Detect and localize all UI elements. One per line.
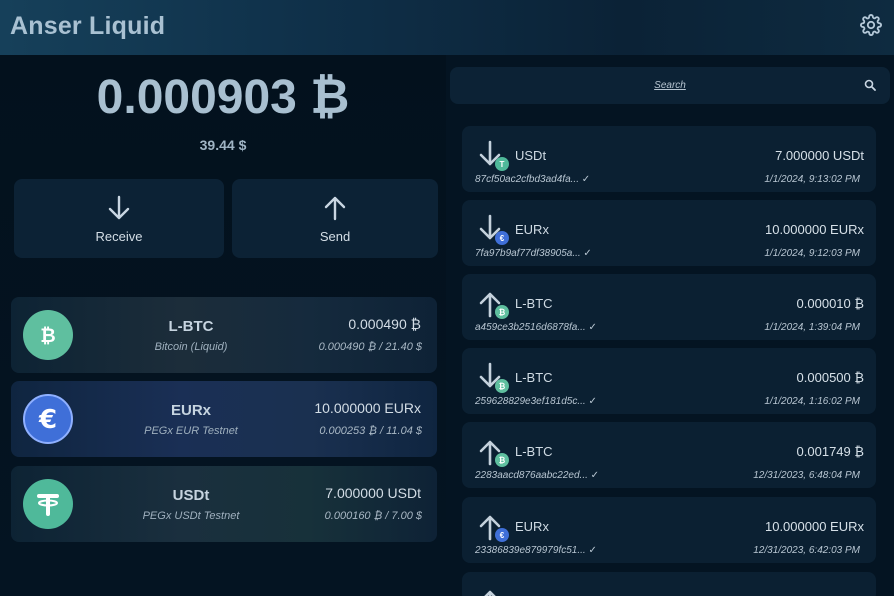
asset-amount: 0.000490 ₿ — [348, 316, 421, 332]
transaction-id: a459ce3b2516d6878fa... ✓ — [475, 322, 597, 333]
asset-name: L-BTC — [168, 318, 214, 335]
arrow-down-icon — [108, 195, 130, 220]
asset-value: 0.000490 ₿ / 21.40 $ — [318, 341, 422, 353]
transaction-amount: 0.000500 ₿ — [796, 370, 864, 385]
asset-subtitle: PEGx USDt Testnet — [142, 510, 240, 522]
asset-amount: 10.000000 EURx — [314, 400, 421, 416]
asset-badge-icon: T — [495, 157, 509, 171]
asset-badge-icon: ₿ — [495, 379, 509, 393]
transaction-asset: L-BTC — [515, 370, 553, 385]
transaction-amount: 0.001749 ₿ — [796, 444, 864, 459]
asset-value: 0.000253 ₿ / 11.04 $ — [319, 425, 422, 437]
asset-badge-icon: € — [495, 528, 509, 542]
search-bar — [450, 67, 890, 104]
asset-badge-icon: ₿ — [495, 453, 509, 467]
transaction-card[interactable]: ₿ L-BTC 0.000500 ₿ 259628829e3ef181d5c... ✓… — [462, 348, 876, 414]
search-icon[interactable] — [864, 79, 876, 91]
transaction-card[interactable]: € EURx 10.000000 EURx 23386839e879979fc51..… — [462, 497, 876, 563]
asset-badge-icon: € — [495, 231, 509, 245]
bitcoin-icon: ₿ — [23, 310, 73, 360]
asset-name: EURx — [170, 402, 211, 419]
transaction-asset: L-BTC — [515, 444, 553, 459]
asset-card-eurx[interactable]: € EURx PEGx EUR Testnet 10.000000 EURx 0… — [11, 381, 437, 457]
transaction-card[interactable] — [462, 572, 876, 596]
transaction-card[interactable]: ₿ L-BTC 0.001749 ₿ 2283aacd876aabc22ed... ✓… — [462, 422, 876, 488]
transaction-id: 7fa97b9af77df38905a... ✓ — [475, 248, 592, 259]
arrow-up-icon — [324, 196, 346, 221]
transaction-date: 1/1/2024, 1:16:02 PM — [764, 396, 860, 407]
transaction-amount: 10.000000 EURx — [764, 222, 864, 237]
svg-text:₿: ₿ — [40, 325, 55, 347]
transaction-asset: EURx — [515, 222, 549, 237]
transaction-amount: 7.000000 USDt — [775, 148, 864, 163]
transaction-card[interactable]: ₿ L-BTC 0.000010 ₿ a459ce3b2516d6878fa... ✓… — [462, 274, 876, 340]
asset-card-usdt[interactable]: USDt PEGx USDt Testnet 7.000000 USDt 0.0… — [11, 466, 437, 542]
settings-gear-icon[interactable] — [860, 14, 882, 36]
asset-name: USDt — [172, 487, 210, 504]
transaction-amount: 0.000010 ₿ — [796, 296, 864, 311]
transaction-card[interactable]: € EURx 10.000000 EURx 7fa97b9af77df38905a..… — [462, 200, 876, 266]
asset-card-lbtc[interactable]: ₿ L-BTC Bitcoin (Liquid) 0.000490 ₿ 0.00… — [11, 297, 437, 373]
asset-subtitle: PEGx EUR Testnet — [144, 425, 238, 437]
transaction-asset: L-BTC — [515, 296, 553, 311]
asset-amount: 7.000000 USDt — [325, 485, 421, 501]
asset-subtitle: Bitcoin (Liquid) — [154, 341, 228, 353]
search-input[interactable] — [450, 67, 890, 104]
transaction-id: 87cf50ac2cfbd3ad4fa... ✓ — [475, 174, 591, 185]
transaction-asset: USDt — [515, 148, 547, 163]
tether-icon — [23, 479, 73, 529]
app-title: Anser Liquid — [10, 12, 166, 40]
asset-value: 0.000160 ₿ / 7.00 $ — [324, 510, 422, 522]
app-header: Anser Liquid — [0, 0, 894, 55]
send-label: Send — [319, 229, 351, 244]
transaction-date: 1/1/2024, 1:39:04 PM — [764, 322, 860, 333]
transaction-date: 1/1/2024, 9:13:02 PM — [764, 174, 860, 185]
transaction-date: 12/31/2023, 6:48:04 PM — [753, 470, 860, 481]
transaction-asset: EURx — [515, 519, 549, 534]
receive-label: Receive — [95, 229, 143, 244]
svg-text:€: € — [38, 405, 57, 434]
euro-icon: € — [23, 394, 73, 444]
transaction-card[interactable]: T USDt 7.000000 USDt 87cf50ac2cfbd3ad4fa...… — [462, 126, 876, 192]
transaction-date: 12/31/2023, 6:42:03 PM — [753, 545, 860, 556]
arrow-icon — [484, 590, 496, 596]
transaction-id: 259628829e3ef181d5c... ✓ — [475, 396, 597, 407]
total-balance-usd: 39.44 $ — [199, 137, 247, 153]
total-balance: 0.000903 ₿ — [96, 71, 350, 124]
asset-badge-icon: ₿ — [495, 305, 509, 319]
transaction-id: 2283aacd876aabc22ed... ✓ — [475, 470, 600, 481]
send-button[interactable]: Send — [232, 179, 438, 258]
receive-button[interactable]: Receive — [14, 179, 224, 258]
transaction-id: 23386839e879979fc51... ✓ — [475, 545, 597, 556]
transaction-date: 1/1/2024, 9:12:03 PM — [764, 248, 860, 259]
transaction-amount: 10.000000 EURx — [764, 519, 864, 534]
